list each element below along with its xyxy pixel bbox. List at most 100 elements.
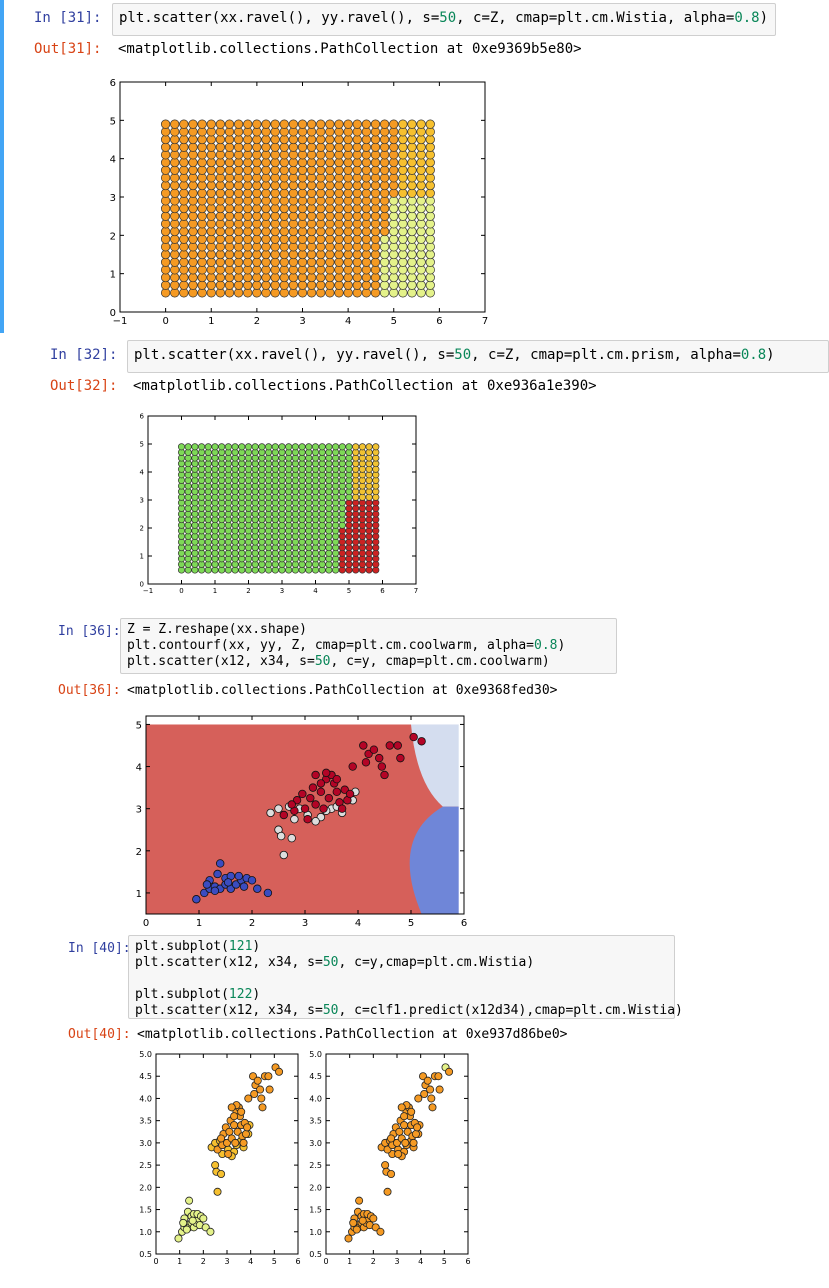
grid-point xyxy=(179,249,189,260)
grid-point xyxy=(389,196,399,206)
grid-point xyxy=(343,280,353,290)
code-cell-31[interactable]: plt.scatter(xx.ravel(), yy.ravel(), s=50… xyxy=(112,3,776,36)
grid-point xyxy=(215,226,226,237)
data-point xyxy=(202,880,212,889)
grid-point xyxy=(179,157,189,168)
data-point xyxy=(337,804,347,813)
x-tick-label: 1 xyxy=(177,1257,182,1266)
scatter-series xyxy=(213,1063,284,1159)
grid-point xyxy=(261,280,271,290)
grid-point xyxy=(279,219,289,229)
grid-point xyxy=(270,219,280,229)
x-tick-label: 5 xyxy=(347,587,351,595)
grid-point xyxy=(261,211,271,221)
grid-point xyxy=(197,265,207,275)
grid-point xyxy=(188,196,198,206)
code-cell-32[interactable]: plt.scatter(xx.ravel(), yy.ravel(), s=50… xyxy=(127,340,829,373)
y-tick-label: 1 xyxy=(110,270,116,281)
grid-point xyxy=(298,443,306,451)
data-point xyxy=(311,770,320,780)
code-cell-36[interactable]: Z = Z.reshape(xx.shape) plt.contourf(xx,… xyxy=(120,618,617,674)
data-point xyxy=(369,745,379,754)
grid-point xyxy=(288,257,299,267)
grid-point xyxy=(233,142,244,152)
grid-point xyxy=(343,219,353,229)
data-point xyxy=(381,1161,390,1170)
grid-point xyxy=(179,242,189,252)
data-point xyxy=(345,789,355,799)
grid-point xyxy=(233,211,244,221)
grid-point xyxy=(334,242,344,252)
grid-point xyxy=(379,165,390,175)
grid-point xyxy=(334,180,344,191)
grid-point xyxy=(197,203,207,214)
grid-point xyxy=(197,119,207,129)
grid-point xyxy=(361,134,372,145)
grid-point xyxy=(170,288,180,298)
grid-point xyxy=(325,150,335,160)
grid-point xyxy=(215,173,226,183)
grid-point xyxy=(407,134,417,145)
grid-point xyxy=(316,226,326,237)
grid-point xyxy=(361,142,372,152)
scatter-series xyxy=(383,1063,454,1159)
grid-point xyxy=(243,242,253,252)
grid-point xyxy=(160,165,171,175)
grid-point xyxy=(398,173,408,183)
data-point xyxy=(426,1085,435,1094)
grid-point xyxy=(179,127,189,137)
grid-point xyxy=(352,157,362,168)
grid-point xyxy=(389,134,399,145)
grid-point xyxy=(215,127,226,137)
grid-point xyxy=(316,203,326,214)
grid-point xyxy=(233,203,244,214)
grid-point xyxy=(379,203,390,214)
data-point xyxy=(374,753,384,763)
grid-point xyxy=(407,219,417,229)
grid-point xyxy=(170,265,180,275)
grid-point xyxy=(215,119,226,129)
grid-point xyxy=(334,203,344,214)
grid-point xyxy=(224,288,235,298)
grid-point xyxy=(316,280,326,290)
grid-point xyxy=(188,226,198,237)
grid-point xyxy=(370,134,381,145)
grid-point xyxy=(370,234,381,244)
grid-point xyxy=(224,150,235,160)
grid-point xyxy=(398,150,408,160)
y-tick-label: 4.5 xyxy=(139,1072,152,1081)
grid-point xyxy=(425,165,435,175)
grid-point xyxy=(398,134,408,145)
grid-point xyxy=(270,280,280,290)
data-point xyxy=(361,758,371,767)
grid-point xyxy=(243,211,253,221)
grid-point xyxy=(361,219,372,229)
x-tick-label: 0 xyxy=(179,587,183,595)
grid-point xyxy=(206,157,216,168)
grid-point xyxy=(398,211,408,221)
grid-point xyxy=(311,443,320,451)
y-tick-label: 0.5 xyxy=(139,1250,152,1259)
grid-point xyxy=(297,219,308,229)
grid-point xyxy=(279,150,289,160)
grid-point xyxy=(252,180,262,191)
grid-point xyxy=(279,203,289,214)
grid-point xyxy=(352,211,362,221)
grid-point xyxy=(416,173,426,183)
grid-point xyxy=(170,142,180,152)
code-cell-40[interactable]: plt.subplot(121) plt.scatter(x12, x34, s… xyxy=(128,935,683,1019)
grid-point xyxy=(316,196,326,206)
grid-point xyxy=(334,257,344,267)
grid-point xyxy=(206,173,216,183)
data-point xyxy=(241,1130,250,1139)
grid-point xyxy=(215,265,226,275)
grid-point xyxy=(252,226,262,237)
grid-point xyxy=(188,288,198,298)
grid-point xyxy=(316,272,326,283)
y-tick-label: 3.0 xyxy=(139,1139,152,1148)
grid-point xyxy=(197,234,207,244)
grid-point xyxy=(407,288,417,298)
grid-point xyxy=(370,211,381,221)
input-prompt: In [32]: xyxy=(50,347,118,363)
grid-point xyxy=(407,119,417,129)
